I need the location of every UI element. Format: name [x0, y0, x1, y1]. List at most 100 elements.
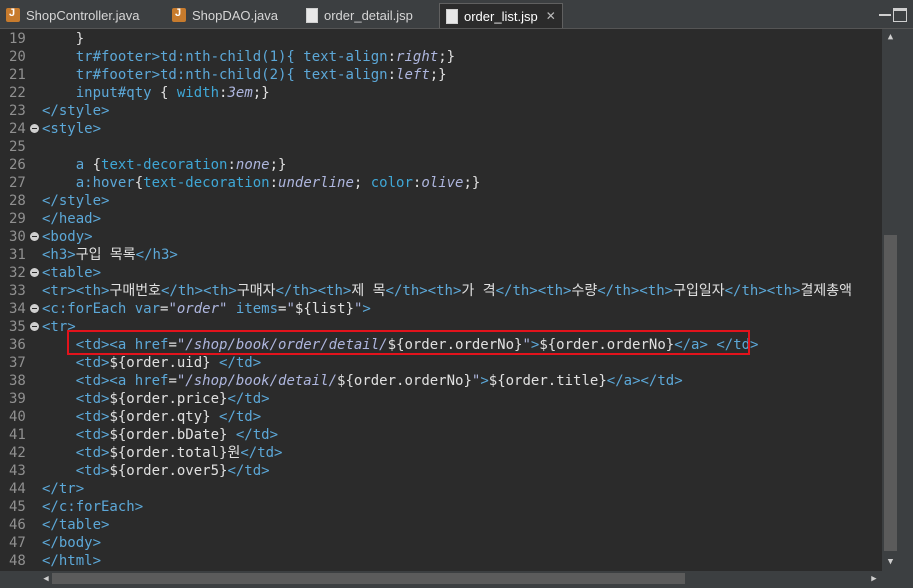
code-line[interactable]: 37 <td>${order.uid} </td> — [0, 354, 882, 372]
code-line[interactable]: 19 } — [0, 30, 882, 48]
line-number: 39 — [9, 391, 26, 407]
code-editor[interactable]: 19 } 20 tr#footer>td:nth-child(1){ text-a… — [0, 29, 882, 571]
code-token: : — [387, 67, 397, 83]
code-line[interactable]: 41 <td>${order.bDate} </td> — [0, 426, 882, 444]
code-line[interactable]: 26 a {text-decoration:none;} — [0, 156, 882, 174]
code-token: a — [42, 157, 93, 173]
code-line[interactable]: 20 tr#footer>td:nth-child(1){ text-align… — [0, 48, 882, 66]
code-token: a:hover — [42, 175, 135, 191]
code-line[interactable]: 45 </c:forEach> — [0, 498, 882, 516]
code-line[interactable]: 47 </body> — [0, 534, 882, 552]
fold-toggle-icon[interactable] — [30, 268, 39, 277]
code-token: <td> — [42, 391, 110, 407]
java-file-icon — [172, 7, 186, 22]
line-number: 22 — [9, 85, 26, 101]
tab-shopdao[interactable]: ShopDAO.java — [172, 3, 278, 27]
code-line[interactable]: 25 — [0, 138, 882, 156]
code-line[interactable]: 43 <td>${order.over5}</td> — [0, 462, 882, 480]
fold-toggle-icon[interactable] — [30, 232, 39, 241]
code-token: var — [134, 301, 161, 317]
code-line[interactable]: 48 </html> — [0, 552, 882, 570]
tab-shopcontroller[interactable]: ShopController.java — [6, 3, 139, 27]
code-token: 구매번호 — [109, 283, 161, 299]
code-token: "order" — [168, 301, 228, 317]
code-token: </h3> — [135, 247, 178, 263]
code-text: <h3>구입 목록</h3> — [42, 246, 178, 264]
scroll-up-icon[interactable]: ▲ — [884, 31, 897, 43]
code-line[interactable]: 38 <td><a href="/shop/book/detail/${orde… — [0, 372, 882, 390]
tab-label: ShopDAO.java — [192, 7, 278, 23]
code-line[interactable]: 27 a:hover{text-decoration:underline; co… — [0, 174, 882, 192]
code-line[interactable]: 46 </table> — [0, 516, 882, 534]
code-line[interactable]: 33 <tr><th>구매번호</th><th>구매자</th><th>제 목</… — [0, 282, 882, 300]
code-line[interactable]: 32 <table> — [0, 264, 882, 282]
code-token: <style> — [42, 121, 102, 137]
horizontal-scroll-thumb[interactable] — [52, 573, 685, 584]
code-text: <td>${order.total}원</td> — [42, 444, 283, 462]
code-token: </style> — [42, 103, 110, 119]
code-token: <h3> — [42, 247, 76, 263]
code-line[interactable]: 44 </tr> — [0, 480, 882, 498]
code-token: { — [92, 157, 102, 173]
code-token: </tr> — [42, 481, 85, 497]
code-text: </table> — [42, 516, 109, 534]
code-line[interactable]: 30 <body> — [0, 228, 882, 246]
scroll-left-icon[interactable]: ◀ — [40, 572, 52, 586]
code-line[interactable]: 29 </head> — [0, 210, 882, 228]
code-token: </c:forEach> — [42, 499, 144, 515]
code-text: </tr> — [42, 480, 84, 498]
close-icon[interactable]: ✕ — [546, 9, 556, 23]
code-line[interactable]: 40 <td>${order.qty} </td> — [0, 408, 882, 426]
line-number: 48 — [9, 553, 26, 569]
tab-order-list[interactable]: order_list.jsp ✕ — [439, 3, 563, 28]
fold-toggle-icon[interactable] — [30, 304, 39, 313]
code-token: <table> — [42, 265, 102, 281]
code-token: </td> — [227, 391, 270, 407]
code-token: 제 목 — [351, 283, 386, 299]
fold-toggle-icon[interactable] — [30, 322, 39, 331]
code-token: text-decoration — [101, 157, 228, 173]
code-token: </td> — [227, 427, 279, 443]
code-text: </body> — [42, 534, 101, 552]
code-line[interactable]: 34 <c:forEach var="order" items="${list}"… — [0, 300, 882, 318]
minimize-icon[interactable] — [879, 8, 891, 16]
code-token: ${order.price} — [109, 391, 228, 407]
line-number: 27 — [9, 175, 26, 191]
code-token: 원 — [227, 445, 241, 461]
code-token: ; — [353, 175, 371, 191]
scroll-right-icon[interactable]: ▶ — [868, 572, 880, 586]
code-token: olive — [421, 175, 464, 191]
code-token: </th><th> — [724, 283, 801, 299]
code-text: <c:forEach var="order" items="${list}"> — [42, 300, 371, 318]
code-line[interactable]: 21 tr#footer>td:nth-child(2){ text-align… — [0, 66, 882, 84]
code-token: { — [134, 175, 144, 191]
code-token: color — [370, 175, 413, 191]
code-text: <td>${order.over5}</td> — [42, 462, 270, 480]
scroll-down-icon[interactable]: ▼ — [884, 556, 897, 568]
tab-order-detail[interactable]: order_detail.jsp — [306, 3, 413, 27]
code-token: <tr><th> — [42, 283, 110, 299]
code-text: tr#footer>td:nth-child(1){ text-align:ri… — [42, 48, 455, 66]
fold-toggle-icon[interactable] — [30, 124, 39, 133]
vertical-scroll-thumb[interactable] — [884, 235, 897, 551]
jsp-file-icon — [306, 7, 318, 23]
code-token: <td> — [42, 463, 110, 479]
jsp-file-icon — [446, 8, 458, 24]
code-line[interactable]: 31 <h3>구입 목록</h3> — [0, 246, 882, 264]
code-line[interactable]: 42 <td>${order.total}원</td> — [0, 444, 882, 462]
code-line[interactable]: 28 </style> — [0, 192, 882, 210]
code-text: </html> — [42, 552, 101, 570]
line-number: 25 — [9, 139, 26, 155]
code-line[interactable]: 23 </style> — [0, 102, 882, 120]
editor-tab-bar: ShopController.java ShopDAO.java order_d… — [0, 0, 913, 29]
line-number: 42 — [9, 445, 26, 461]
code-line[interactable]: 22 input#qty { width:3em;} — [0, 84, 882, 102]
tab-label: ShopController.java — [26, 7, 140, 23]
code-line[interactable]: 39 <td>${order.price}</td> — [0, 390, 882, 408]
code-line[interactable]: 24 <style> — [0, 120, 882, 138]
code-text: <td>${order.qty} </td> — [42, 408, 261, 426]
line-number: 44 — [9, 481, 26, 497]
maximize-icon[interactable] — [893, 8, 907, 22]
code-token: = — [168, 373, 177, 389]
code-text: a:hover{text-decoration:underline; color… — [42, 174, 481, 192]
